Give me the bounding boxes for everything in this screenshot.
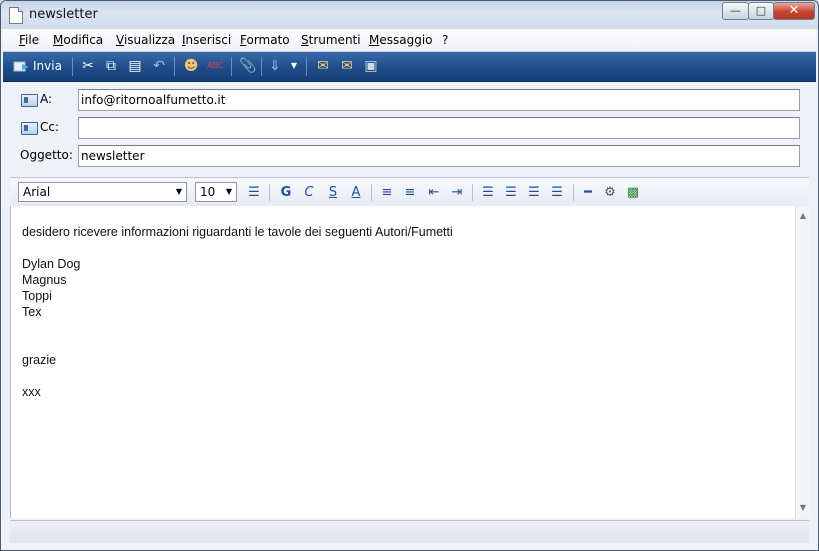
size-select[interactable]: 10 ▼ [195,182,237,202]
toolbar-separator [269,184,270,201]
status-bar [10,520,809,543]
align-center-icon[interactable]: ☰ [503,185,519,201]
body-line: Tex [22,305,42,319]
horizontal-line-icon[interactable]: ━ [580,185,596,201]
paragraph-style-icon[interactable]: ☰ [246,185,262,201]
scroll-up-icon[interactable]: ▲ [796,209,810,223]
insert-image-icon[interactable]: ▩ [625,185,641,201]
title-bar: newsletter — □ ✕ [1,1,818,29]
size-select-value: 10 [200,185,216,199]
message-header: A: Cc: Oggetto: [3,82,816,174]
copy-icon[interactable]: ⧉ [103,58,119,74]
menu-formato[interactable]: Formato [240,33,290,47]
sign-icon[interactable]: ✉ [315,58,331,74]
menu-help[interactable]: ? [442,33,448,47]
vertical-scrollbar[interactable]: ▲ ▼ [795,206,810,518]
indent-icon[interactable]: ⇥ [449,185,465,201]
compose-window: newsletter — □ ✕ File Modifica Visualizz… [0,0,819,551]
font-select[interactable]: Arial ▼ [18,182,187,202]
menu-visualizza[interactable]: Visualizza [116,33,175,47]
cc-label: Cc: [40,120,60,134]
menu-inserisci[interactable]: Inserisci [182,33,231,47]
align-left-icon[interactable]: ☰ [480,185,496,201]
italic-icon[interactable]: C [301,185,317,201]
to-label: A: [40,92,53,106]
send-button[interactable]: Invia [13,57,63,76]
font-color-icon[interactable]: A [348,185,364,201]
offline-icon[interactable]: ▣ [363,58,379,74]
undo-icon[interactable]: ↶ [151,58,167,74]
minimize-button[interactable]: — [722,2,749,20]
send-label: Invia [33,59,62,73]
body-line: grazie [22,353,57,367]
chevron-down-icon: ▼ [175,187,183,196]
toolbar-separator [261,57,262,76]
format-toolbar: Arial ▼ 10 ▼ ☰ G C S A ≡ ≡ ⇤ ⇥ ☰ ☰ ☰ ☰ ━… [10,177,809,207]
paste-icon[interactable]: ▤ [127,58,143,74]
attach-icon[interactable]: 📎 [239,58,256,74]
body-line: Toppi [22,289,52,303]
toolbar-separator [573,184,574,201]
menu-bar: File Modifica Visualizza Inserisci Forma… [3,29,816,52]
contact-card-icon[interactable] [21,94,38,107]
cc-field[interactable] [78,117,800,139]
scroll-down-icon[interactable]: ▼ [796,501,810,515]
document-icon [9,7,23,24]
menu-strumenti[interactable]: Strumenti [301,33,361,47]
menu-messaggio[interactable]: Messaggio [369,33,433,47]
toolbar-separator [174,57,175,76]
toolbar-separator [72,57,73,76]
numbered-list-icon[interactable]: ≡ [379,185,395,201]
window-title: newsletter [29,7,98,22]
maximize-button[interactable]: □ [748,2,774,20]
justify-icon[interactable]: ☰ [549,185,565,201]
encrypt-icon[interactable]: ✉ [339,58,355,74]
body-line: Magnus [22,273,67,287]
main-toolbar: Invia ✂ ⧉ ▤ ↶ ☻ ABC 📎 ⇓ ▼ ✉ ✉ ▣ [3,52,816,82]
chevron-down-icon: ▼ [225,187,233,196]
underline-icon[interactable]: S [325,185,341,201]
toolbar-separator [306,57,307,76]
outdent-icon[interactable]: ⇤ [426,185,442,201]
to-field[interactable] [78,89,800,111]
close-button[interactable]: ✕ [773,2,815,20]
bold-icon[interactable]: G [278,185,294,201]
subject-field[interactable] [78,145,800,167]
body-line: desidero ricevere informazioni riguardan… [22,225,453,239]
spellcheck-icon[interactable]: ABC [207,58,223,74]
menu-file[interactable]: File [19,33,39,47]
send-icon [13,61,29,72]
font-select-value: Arial [23,185,51,199]
cut-icon[interactable]: ✂ [80,58,96,74]
align-right-icon[interactable]: ☰ [526,185,542,201]
bullet-list-icon[interactable]: ≡ [402,185,418,201]
subject-label: Oggetto: [20,148,73,162]
hyperlink-icon[interactable]: ⚙ [602,185,618,201]
toolbar-separator [371,184,372,201]
contact-card-icon[interactable] [21,122,38,135]
priority-icon[interactable]: ⇓ [267,58,283,74]
toolbar-separator [472,184,473,201]
body-line: xxx [22,385,41,399]
address-book-icon[interactable]: ☻ [183,58,199,74]
toolbar-separator [231,57,232,76]
menu-modifica[interactable]: Modifica [53,33,103,47]
body-line: Dylan Dog [22,257,81,271]
priority-dropdown-icon[interactable]: ▼ [289,58,299,74]
message-body[interactable]: desidero ricevere informazioni riguardan… [10,206,796,518]
